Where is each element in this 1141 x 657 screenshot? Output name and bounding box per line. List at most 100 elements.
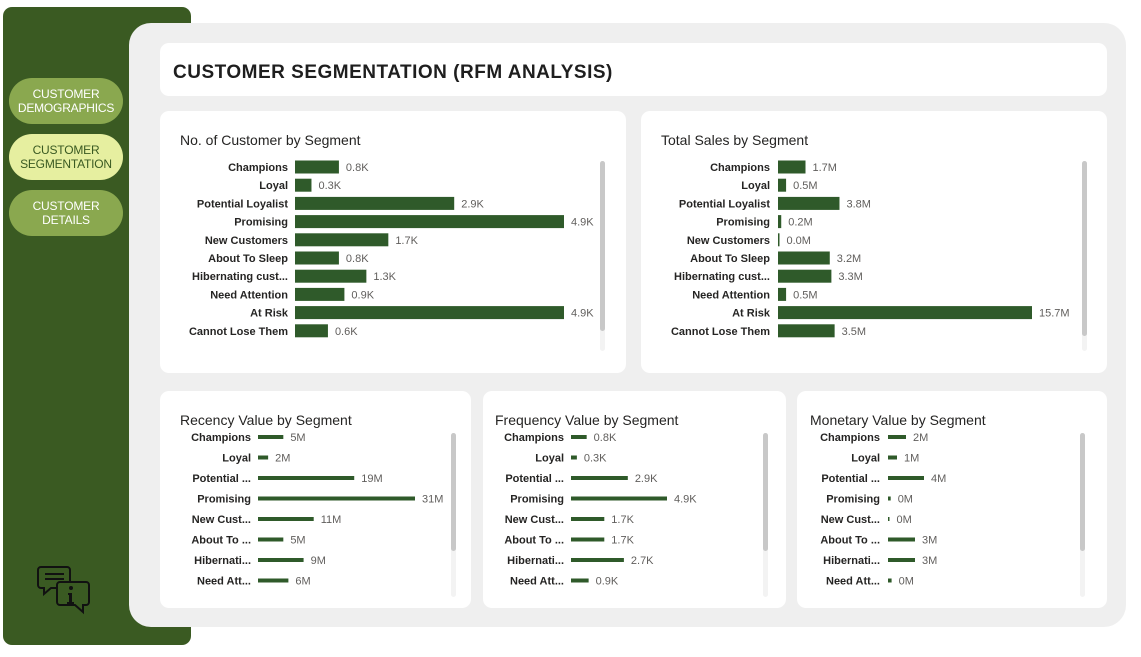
nav-customer-demographics-button[interactable]: CUSTOMER DEMOGRAPHICS: [9, 78, 123, 124]
data-label: 1.7K: [395, 235, 418, 247]
category-label: New Cust...: [821, 514, 880, 526]
bar[interactable]: [571, 558, 624, 562]
data-label: 0.3K: [318, 180, 341, 192]
bar[interactable]: [778, 196, 840, 210]
scrollbar-thumb[interactable]: [600, 161, 605, 331]
category-label: Promising: [510, 494, 564, 506]
data-label: 2.7K: [631, 555, 654, 567]
bar[interactable]: [571, 476, 628, 480]
bar[interactable]: [778, 306, 1032, 320]
data-label: 0M: [898, 494, 913, 506]
category-label: Promising: [197, 494, 251, 506]
bar[interactable]: [778, 233, 780, 247]
category-label: Loyal: [741, 180, 770, 192]
nav-customer-details-button[interactable]: CUSTOMER DETAILS: [9, 190, 123, 236]
bar[interactable]: [778, 269, 832, 283]
data-label: 0.9K: [351, 289, 374, 301]
bar[interactable]: [778, 324, 835, 338]
category-label: Potential ...: [192, 473, 251, 485]
bar[interactable]: [888, 476, 924, 480]
data-label: 0.9K: [596, 576, 619, 588]
bar[interactable]: [295, 251, 339, 265]
bar[interactable]: [258, 476, 355, 480]
bar[interactable]: [258, 496, 415, 501]
bar[interactable]: [295, 160, 339, 174]
data-label: 0M: [897, 514, 912, 526]
bar[interactable]: [571, 496, 667, 501]
bar[interactable]: [258, 558, 304, 562]
bar[interactable]: [571, 435, 587, 439]
category-label: Champions: [504, 432, 564, 444]
bar[interactable]: [888, 435, 906, 439]
bar[interactable]: [258, 435, 284, 439]
bar[interactable]: [571, 578, 589, 583]
bar[interactable]: [778, 251, 830, 265]
category-label: New Cust...: [505, 514, 564, 526]
bar[interactable]: [571, 455, 577, 460]
category-label: New Cust...: [192, 514, 251, 526]
scrollbar-thumb[interactable]: [1082, 161, 1087, 336]
data-label: 0.8K: [594, 432, 617, 444]
bar[interactable]: [778, 160, 806, 174]
bar[interactable]: [888, 558, 915, 562]
page-title: CUSTOMER SEGMENTATION (RFM ANALYSIS): [173, 62, 613, 83]
category-label: Hibernati...: [507, 555, 564, 567]
frequency-bar-chart: Champions 0.8K Loyal 0.3K Potential ... 2.9K P…: [504, 432, 768, 597]
scrollbar-thumb[interactable]: [1080, 433, 1085, 551]
category-label: Champions: [191, 432, 251, 444]
bar[interactable]: [258, 537, 284, 542]
data-label: 0.8K: [346, 253, 369, 265]
data-label: 31M: [422, 494, 443, 506]
bar[interactable]: [571, 537, 605, 542]
data-label: 11M: [321, 514, 342, 526]
category-label: Cannot Lose Them: [671, 326, 770, 338]
nav-label-line2: DEMOGRAPHICS: [17, 101, 115, 115]
category-label: Hibernati...: [823, 555, 880, 567]
category-label: About To Sleep: [208, 253, 288, 265]
title-card: CUSTOMER SEGMENTATION (RFM ANALYSIS): [160, 43, 1107, 96]
bar[interactable]: [778, 178, 787, 192]
data-label: 3M: [922, 535, 937, 547]
nav-customer-segmentation-button[interactable]: CUSTOMER SEGMENTATION: [9, 134, 123, 180]
data-label: 0.6K: [335, 326, 358, 338]
data-label: 0.8K: [346, 162, 369, 174]
bar[interactable]: [295, 178, 312, 192]
bar[interactable]: [888, 455, 897, 460]
category-label: Cannot Lose Them: [189, 326, 288, 338]
data-label: 2M: [913, 432, 928, 444]
chat-info-icon[interactable]: [36, 558, 94, 616]
scrollbar-thumb[interactable]: [451, 433, 456, 551]
report-canvas: CUSTOMER DEMOGRAPHICS CUSTOMER SEGMENTAT…: [0, 0, 1141, 657]
bar[interactable]: [778, 215, 782, 229]
bar[interactable]: [778, 287, 787, 301]
bar[interactable]: [295, 269, 367, 283]
bar[interactable]: [295, 233, 389, 247]
nav-label-line1: CUSTOMER: [32, 87, 100, 101]
data-label: 3.5M: [842, 326, 866, 338]
category-label: At Risk: [250, 308, 289, 320]
bar[interactable]: [258, 517, 314, 521]
category-label: Need Att...: [197, 576, 251, 588]
bar[interactable]: [258, 578, 289, 583]
bar[interactable]: [295, 215, 564, 229]
data-label: 0M: [899, 576, 914, 588]
recency-chart-card: Recency Value by Segment Champions 5M Loya…: [160, 391, 471, 608]
sales-bar-chart: Champions 1.7M Loyal 0.5M Potential Loyalist…: [671, 160, 1087, 351]
category-label: Hibernating cust...: [192, 271, 288, 283]
frequency-chart-card: Frequency Value by Segment Champions 0.8K…: [483, 391, 786, 608]
data-label: 4M: [931, 473, 946, 485]
bar[interactable]: [888, 517, 890, 521]
category-label: Champions: [820, 432, 880, 444]
bar[interactable]: [888, 496, 891, 501]
bar[interactable]: [295, 287, 345, 301]
bar[interactable]: [295, 196, 455, 210]
scrollbar-thumb[interactable]: [763, 433, 768, 551]
data-label: 1M: [904, 453, 919, 465]
bar[interactable]: [295, 324, 328, 338]
bar[interactable]: [571, 517, 605, 521]
bar[interactable]: [888, 537, 915, 542]
bar[interactable]: [258, 455, 269, 460]
bar[interactable]: [295, 306, 564, 320]
category-label: About To ...: [191, 535, 251, 547]
bar[interactable]: [888, 578, 892, 583]
